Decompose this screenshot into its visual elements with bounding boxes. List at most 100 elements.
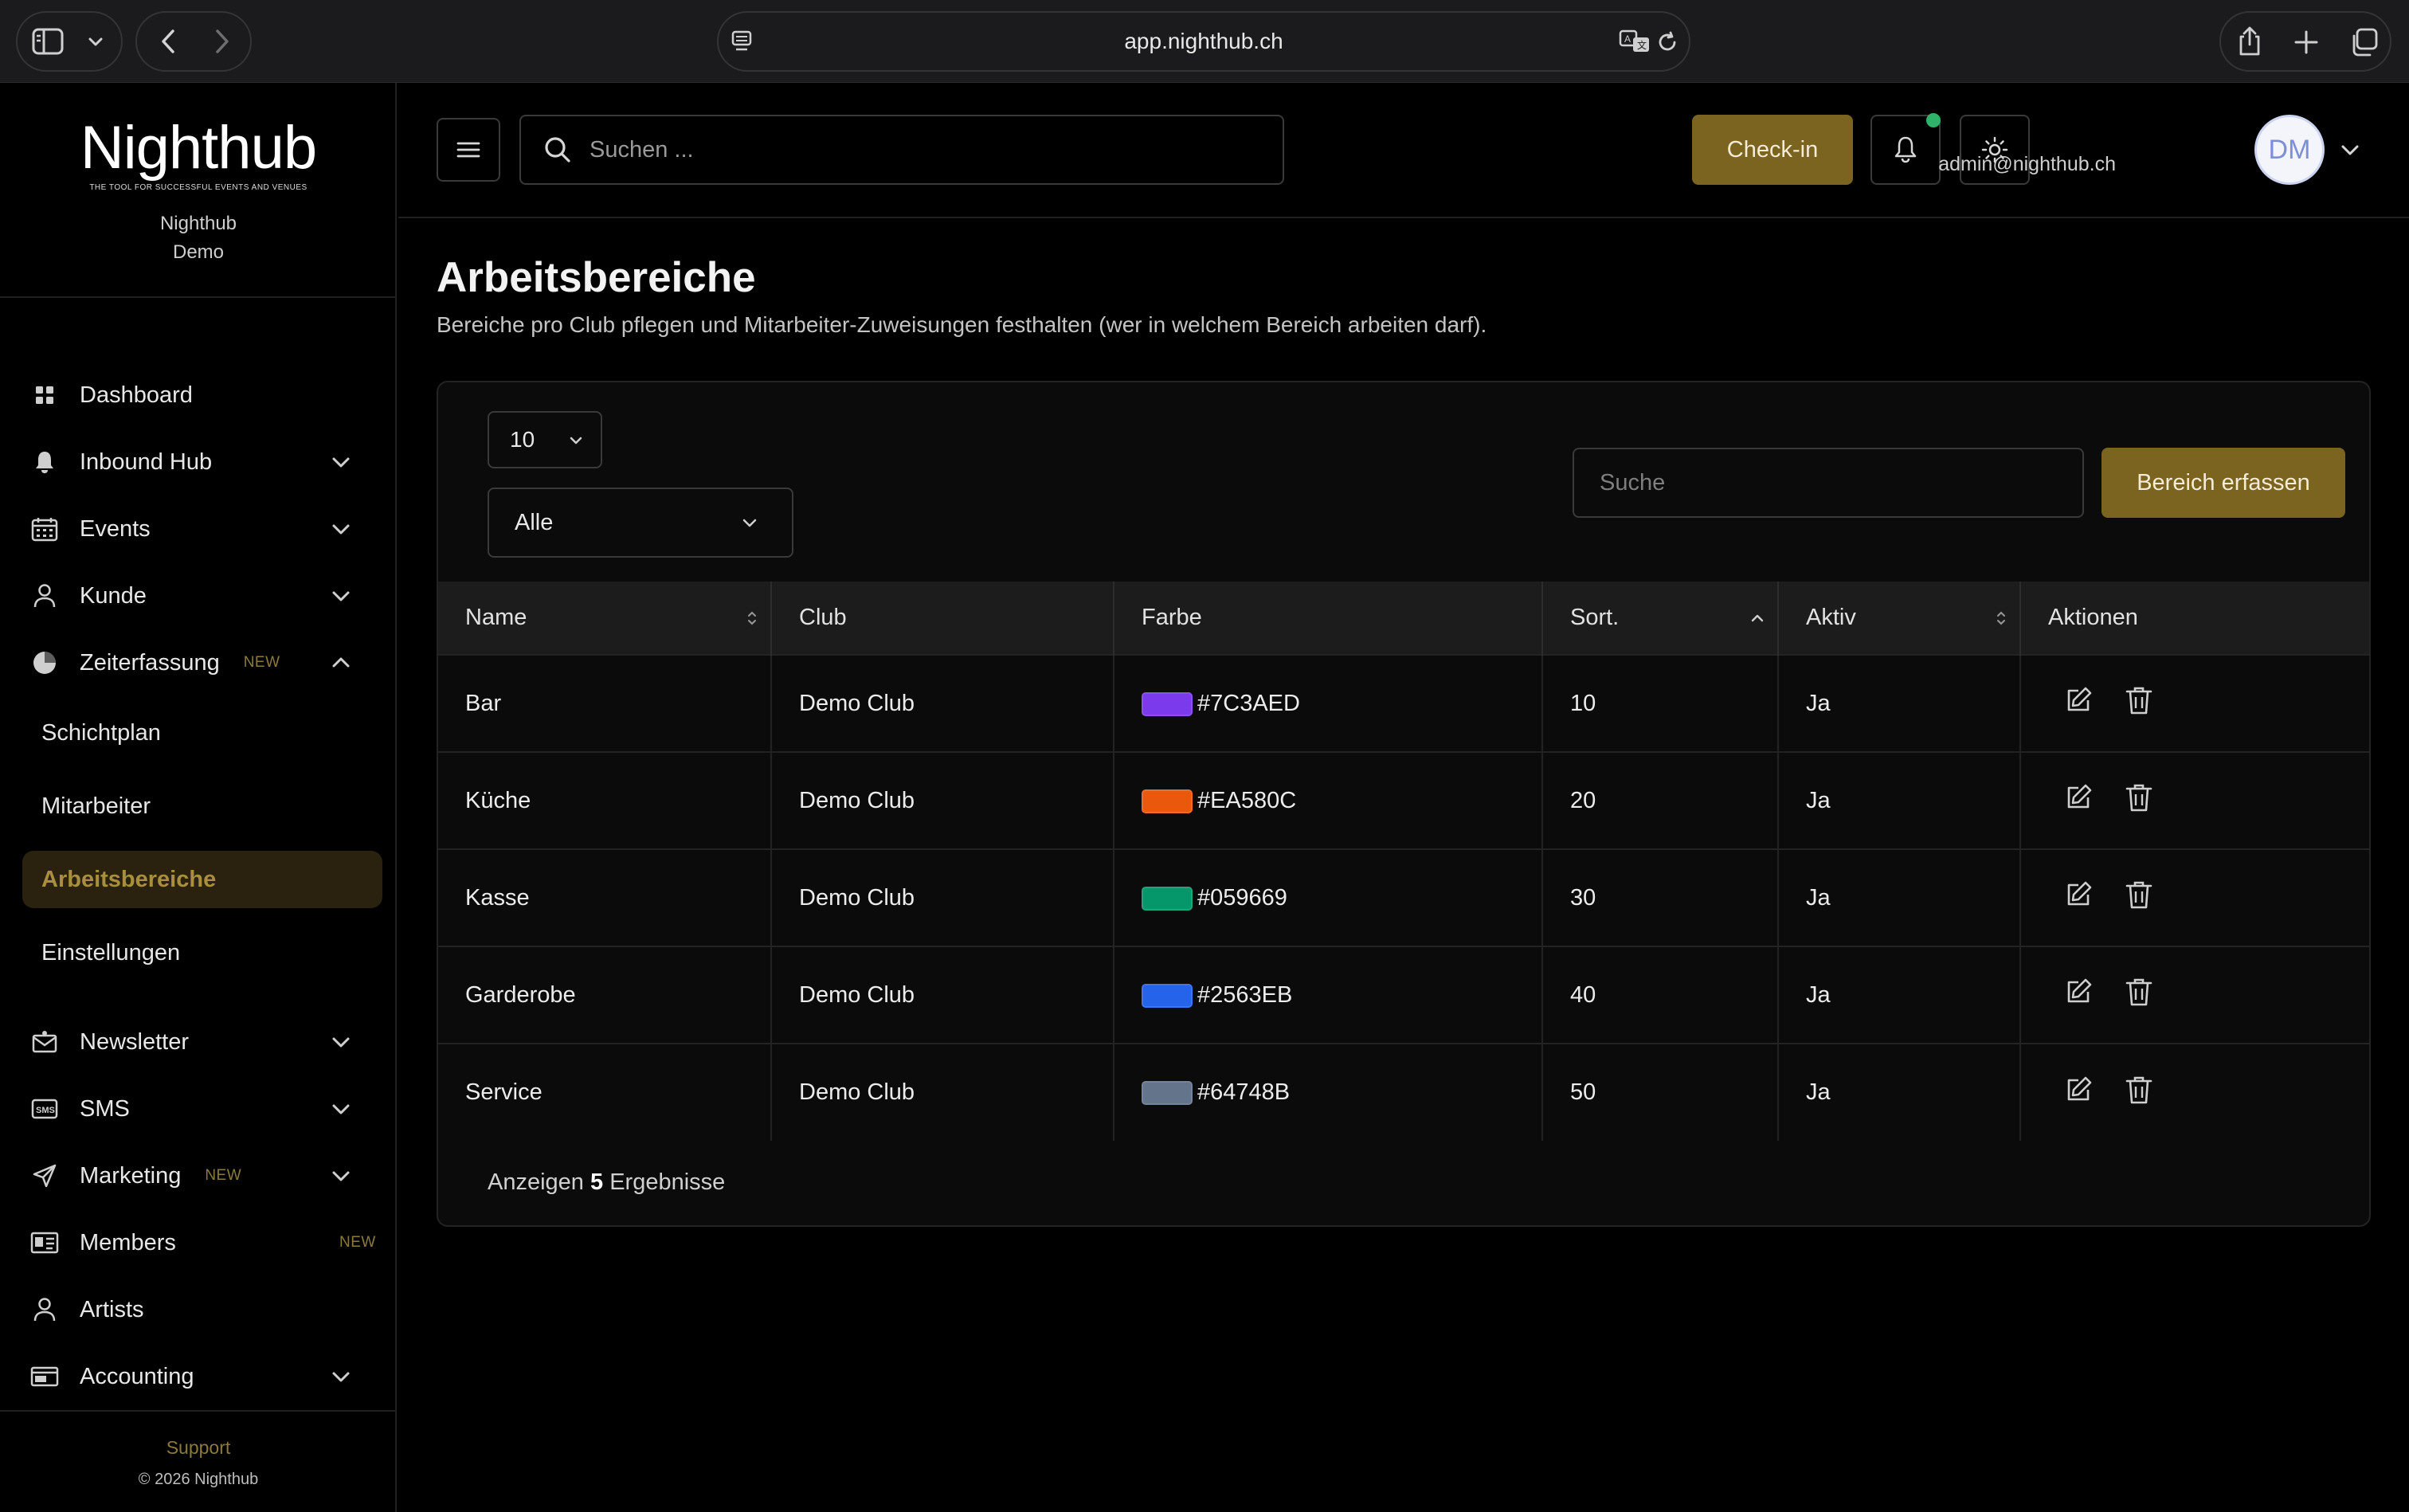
- chevron-down-icon[interactable]: [2337, 137, 2363, 163]
- edit-icon[interactable]: [2062, 976, 2094, 1014]
- trash-icon[interactable]: [2125, 781, 2153, 820]
- cell-color: #7C3AED: [1114, 654, 1543, 752]
- sidebar-item-kunde[interactable]: Kunde: [0, 562, 395, 629]
- trash-icon[interactable]: [2125, 976, 2153, 1014]
- chevron-down-icon[interactable]: [328, 449, 354, 475]
- column-header-aktiv[interactable]: Aktiv: [1778, 582, 2021, 655]
- sidebar-subitem-schichtplan[interactable]: Schichtplan: [0, 696, 395, 770]
- sidebar-item-label: Marketing: [80, 1162, 182, 1189]
- sidebar-item-newsletter[interactable]: Newsletter: [0, 1009, 395, 1075]
- chevron-down-icon[interactable]: [328, 583, 354, 609]
- sidebar-item-label: Schichtplan: [41, 719, 161, 746]
- sidebar-item-label: Einstellungen: [41, 939, 181, 966]
- cell-name: Service: [438, 1043, 772, 1141]
- trash-icon[interactable]: [2125, 879, 2153, 917]
- page-size-select[interactable]: 10: [488, 411, 602, 468]
- column-label: Aktionen: [2048, 605, 2138, 630]
- sidebar-item-zeiterfassung[interactable]: Zeiterfassung NEW: [0, 629, 395, 696]
- sidebar-subitem-arbeitsbereiche[interactable]: Arbeitsbereiche: [22, 851, 382, 908]
- new-tab-icon[interactable]: [2293, 29, 2320, 56]
- sidebar-item-label: Newsletter: [80, 1028, 189, 1055]
- edit-icon[interactable]: [2062, 781, 2094, 820]
- translate-icon[interactable]: A文: [1619, 29, 1651, 54]
- table-search-input[interactable]: [1600, 469, 2062, 496]
- column-header-aktionen: Aktionen: [2020, 582, 2369, 655]
- brand-tagline: THE TOOL FOR SUCCESSFUL EVENTS AND VENUE…: [89, 183, 307, 192]
- cell-active: Ja: [1778, 654, 2021, 752]
- svg-text:SMS: SMS: [36, 1106, 55, 1115]
- global-search-input[interactable]: [590, 136, 1243, 163]
- cell-name: Bar: [438, 654, 772, 752]
- cell-color: #2563EB: [1114, 946, 1543, 1044]
- brand-logo[interactable]: Nighthub: [0, 115, 397, 182]
- share-icon[interactable]: [2235, 25, 2264, 57]
- chevron-up-icon[interactable]: [328, 650, 354, 676]
- back-icon[interactable]: [156, 27, 182, 56]
- column-label: Sort.: [1570, 605, 1620, 630]
- search-icon: [545, 137, 570, 163]
- sidebar-item-dashboard[interactable]: Dashboard: [0, 362, 395, 429]
- chevron-down-icon[interactable]: [328, 1029, 354, 1055]
- cell-club: Demo Club: [771, 751, 1114, 849]
- chevron-down-icon[interactable]: [328, 1163, 354, 1189]
- sidebar-toggle-icon[interactable]: [32, 27, 64, 56]
- reload-icon[interactable]: [1655, 30, 1679, 54]
- column-label: Farbe: [1142, 605, 1202, 630]
- edit-icon[interactable]: [2062, 879, 2094, 917]
- table-row: Service Demo Club #64748B 50 Ja: [438, 1043, 2369, 1141]
- cell-club: Demo Club: [771, 1043, 1114, 1141]
- tab-overview-icon[interactable]: [2348, 27, 2379, 57]
- chevron-down-icon[interactable]: [328, 516, 354, 542]
- calendar-icon: [30, 515, 59, 543]
- results-suffix: Ergebnisse: [609, 1169, 726, 1195]
- grid-icon: [30, 381, 59, 409]
- sidebar-item-accounting[interactable]: Accounting: [0, 1343, 395, 1410]
- sidebar-item-label: Zeiterfassung: [80, 649, 220, 676]
- chevron-down-icon[interactable]: [328, 1364, 354, 1389]
- chevron-down-icon[interactable]: [328, 1096, 354, 1122]
- cell-actions: [2020, 1043, 2369, 1141]
- address-bar[interactable]: app.nighthub.ch A文: [717, 11, 1690, 72]
- sidebar-footer-divider: [0, 1410, 395, 1412]
- trash-icon[interactable]: [2125, 684, 2153, 723]
- sidebar-item-marketing[interactable]: Marketing NEW: [0, 1142, 395, 1209]
- column-label: Club: [799, 605, 847, 630]
- cell-active: Ja: [1778, 751, 2021, 849]
- avatar[interactable]: DM: [2254, 115, 2325, 185]
- club-filter-select[interactable]: Alle: [488, 488, 793, 558]
- edit-icon[interactable]: [2062, 1074, 2094, 1112]
- color-swatch: [1142, 691, 1193, 716]
- column-header-sort[interactable]: Sort.: [1542, 582, 1779, 655]
- column-header-name[interactable]: Name: [438, 582, 772, 655]
- support-link[interactable]: Support: [0, 1437, 397, 1459]
- edit-icon[interactable]: [2062, 684, 2094, 723]
- add-area-button[interactable]: Bereich erfassen: [2102, 448, 2345, 518]
- sort-icon: [1997, 611, 2005, 625]
- color-hex: #2563EB: [1197, 981, 1293, 1008]
- page-title: Arbeitsbereiche: [437, 254, 756, 301]
- color-hex: #64748B: [1197, 1079, 1291, 1105]
- forward-icon[interactable]: [209, 27, 234, 56]
- sidebar-item-label: Mitarbeiter: [41, 793, 151, 819]
- sidebar-item-artists[interactable]: Artists: [0, 1276, 395, 1343]
- menu-toggle-button[interactable]: [437, 118, 500, 182]
- column-label: Aktiv: [1806, 605, 1856, 630]
- sidebar-toggle-group[interactable]: [16, 11, 123, 72]
- sidebar-item-members[interactable]: Members NEW: [0, 1209, 395, 1276]
- sidebar-item-sms[interactable]: SMS SMS: [0, 1075, 395, 1142]
- areas-table: Name Club Farbe Sort. Aktiv Aktionen Bar…: [438, 582, 2369, 1141]
- sidebar-item-inbound-hub[interactable]: Inbound Hub: [0, 429, 395, 496]
- color-swatch: [1142, 1081, 1193, 1106]
- cell-club: Demo Club: [771, 946, 1114, 1044]
- table-header-row: Name Club Farbe Sort. Aktiv Aktionen: [438, 582, 2369, 655]
- sidebar-subitem-mitarbeiter[interactable]: Mitarbeiter: [0, 770, 395, 843]
- trash-icon[interactable]: [2125, 1074, 2153, 1112]
- color-swatch: [1142, 983, 1193, 1008]
- bell-icon: [30, 448, 59, 476]
- sidebar-item-events[interactable]: Events: [0, 496, 395, 562]
- cell-club: Demo Club: [771, 654, 1114, 752]
- sidebar-subitem-einstellungen[interactable]: Einstellungen: [0, 916, 395, 989]
- chevron-down-icon[interactable]: [86, 32, 105, 51]
- sidebar-nav: Dashboard Inbound Hub Events Kunde Zeite…: [0, 362, 395, 1410]
- organization-name: Nighthub Demo: [0, 210, 397, 267]
